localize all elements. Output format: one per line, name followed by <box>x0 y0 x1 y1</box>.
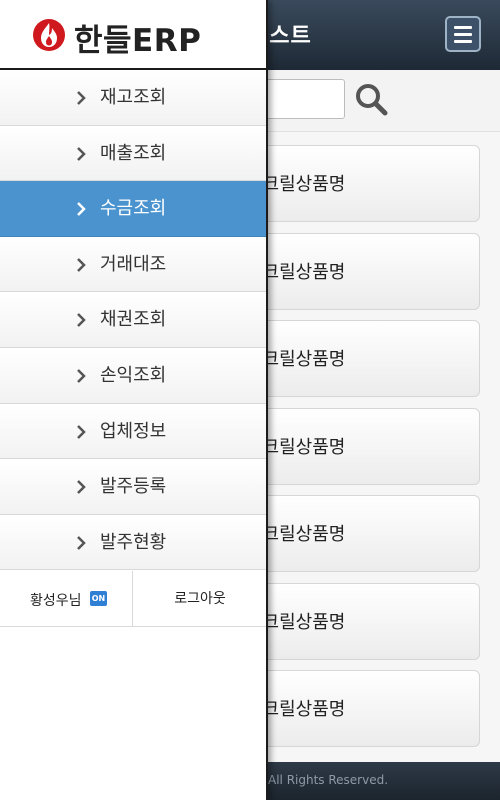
menu-item-inventory[interactable]: 재고조회 <box>0 70 266 126</box>
chevron-right-icon <box>77 313 86 328</box>
user-info: 황성우님 ON <box>0 571 133 627</box>
menu-item-label: 거래대조 <box>100 253 167 275</box>
hamburger-menu-icon[interactable] <box>445 16 481 52</box>
menu-item-order-register[interactable]: 발주등록 <box>0 459 266 515</box>
menu-item-label: 채권조회 <box>100 309 167 331</box>
menu-item-transaction-reconcile[interactable]: 거래대조 <box>0 236 266 293</box>
chevron-right-icon <box>77 424 86 439</box>
menu-item-collections[interactable]: 수금조회 <box>0 181 266 237</box>
menu-item-label: 업체정보 <box>100 420 167 442</box>
menu-item-sales[interactable]: 매출조회 <box>0 125 266 182</box>
logout-button[interactable]: 로그아웃 <box>134 571 266 627</box>
drawer-menu: 재고조회 매출조회 수금조회 거래대조 채권조회 손익조회 업체정보 발주등록 … <box>0 70 266 571</box>
user-name: 황성우님 <box>30 593 82 609</box>
search-icon[interactable] <box>354 82 388 116</box>
menu-item-label: 발주현황 <box>100 531 167 553</box>
chevron-right-icon <box>77 91 86 105</box>
menu-item-receivables[interactable]: 채권조회 <box>0 292 266 348</box>
copyright-text: All Rights Reserved. <box>268 773 389 787</box>
user-row: 황성우님 ON 로그아웃 <box>0 571 266 627</box>
flame-logo-icon <box>33 19 65 51</box>
chevron-right-icon <box>77 202 86 217</box>
menu-item-label: 매출조회 <box>100 142 167 164</box>
status-badge: ON <box>90 591 107 606</box>
chevron-right-icon <box>77 535 86 550</box>
chevron-right-icon <box>77 480 86 495</box>
logo-text: 한들ERP <box>74 23 202 59</box>
menu-item-label: 발주등록 <box>100 476 167 498</box>
menu-item-label: 재고조회 <box>100 87 167 108</box>
menu-item-label: 손익조회 <box>100 364 167 386</box>
menu-item-order-status[interactable]: 발주현황 <box>0 514 266 571</box>
side-drawer: 한들ERP 재고조회 매출조회 수금조회 거래대조 채권조회 손익조회 업체정보… <box>0 0 268 800</box>
menu-item-company-info[interactable]: 업체정보 <box>0 403 266 460</box>
chevron-right-icon <box>77 257 86 272</box>
chevron-right-icon <box>77 146 86 161</box>
menu-item-profit-loss[interactable]: 손익조회 <box>0 347 266 404</box>
menu-item-label: 수금조회 <box>100 198 167 220</box>
drawer-header: 한들ERP <box>0 0 266 70</box>
chevron-right-icon <box>77 369 86 383</box>
